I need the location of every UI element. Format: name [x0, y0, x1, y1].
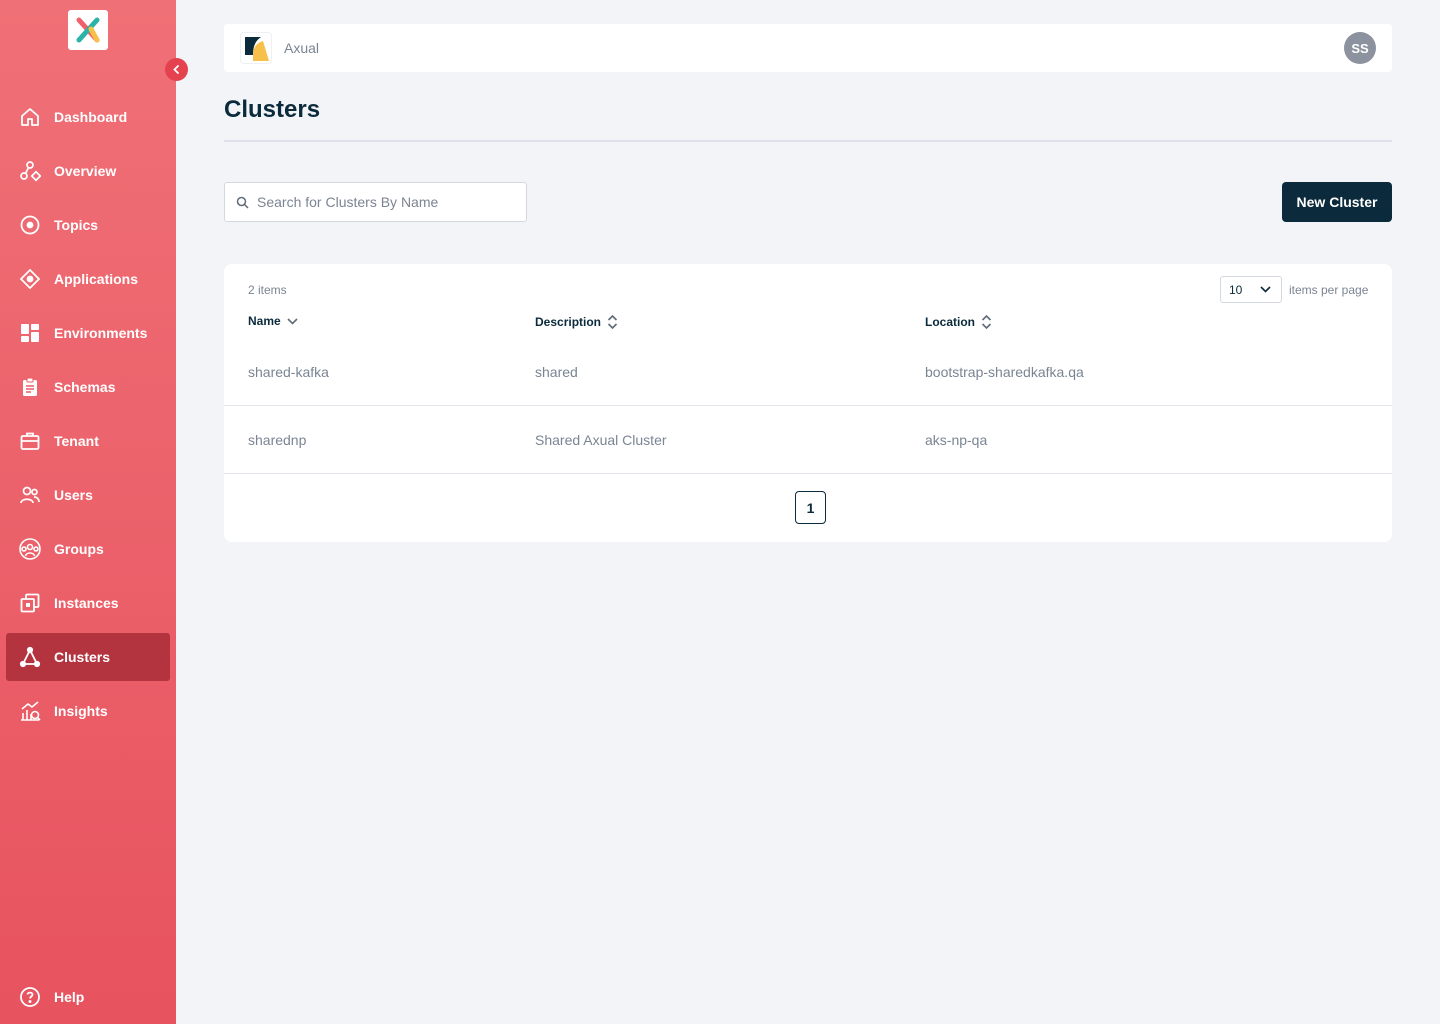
sidebar-item-label: Groups [54, 541, 104, 557]
sort-icon [981, 314, 992, 330]
sidebar: Dashboard Overview Topics Applications E… [0, 0, 188, 1024]
grid-icon [18, 321, 42, 345]
sidebar-item-clusters[interactable]: Clusters [6, 633, 170, 681]
organization-name: Axual [284, 40, 320, 56]
sidebar-item-label: Tenant [54, 433, 99, 449]
sidebar-item-label: Environments [54, 325, 148, 341]
groups-icon [18, 537, 42, 561]
top-bar: Axual SS [224, 24, 1392, 72]
cluster-description-cell: shared [535, 364, 578, 380]
sidebar-item-help[interactable]: Help [6, 973, 170, 1021]
sidebar-item-insights[interactable]: Insights [6, 687, 170, 735]
sidebar-item-label: Users [54, 487, 93, 503]
sidebar-item-label: Topics [54, 217, 99, 233]
cluster-name-cell: shared-kafka [248, 364, 329, 380]
topic-icon [18, 213, 42, 237]
column-header-label: Description [535, 315, 602, 329]
sidebar-item-label: Applications [54, 271, 139, 287]
sidebar-item-overview[interactable]: Overview [6, 147, 170, 195]
help-icon [18, 985, 42, 1009]
pagination-page-button[interactable]: 1 [795, 491, 826, 524]
cluster-search [224, 182, 527, 222]
new-cluster-button[interactable]: New Cluster [1282, 182, 1392, 222]
items-per-page-label: items per page [1289, 283, 1369, 297]
home-icon [18, 105, 42, 129]
sidebar-item-users[interactable]: Users [6, 471, 170, 519]
column-header-name[interactable]: Name [248, 314, 298, 328]
sidebar-item-topics[interactable]: Topics [6, 201, 170, 249]
page-title: Clusters [224, 96, 321, 123]
sidebar-item-label: Overview [54, 163, 117, 179]
sidebar-item-label: Insights [54, 703, 108, 719]
clusters-table-card: 2 items 10 items per page Name Descripti… [224, 264, 1392, 542]
items-per-page-select[interactable]: 10 [1220, 276, 1282, 303]
sidebar-item-label: Help [54, 989, 85, 1005]
items-count: 2 items [248, 283, 287, 297]
sidebar-item-label: Schemas [54, 379, 116, 395]
briefcase-icon [18, 429, 42, 453]
sidebar-nav: Dashboard Overview Topics Applications E… [6, 93, 170, 741]
app-logo[interactable] [68, 10, 108, 50]
cluster-name-cell: sharednp [248, 432, 307, 448]
column-header-label: Location [925, 315, 975, 329]
sidebar-item-instances[interactable]: Instances [6, 579, 170, 627]
sort-icon [607, 314, 618, 330]
search-icon [236, 196, 249, 214]
column-header-location[interactable]: Location [925, 314, 992, 330]
application-icon [18, 267, 42, 291]
collapse-sidebar-button[interactable] [165, 58, 188, 81]
sidebar-item-environments[interactable]: Environments [6, 309, 170, 357]
sidebar-item-dashboard[interactable]: Dashboard [6, 93, 170, 141]
organization-logo[interactable] [240, 32, 272, 64]
cluster-location-cell: aks-np-qa [925, 432, 988, 448]
sidebar-item-tenant[interactable]: Tenant [6, 417, 170, 465]
title-divider [224, 140, 1392, 142]
instances-icon [18, 591, 42, 615]
sort-descending-icon [287, 317, 298, 325]
sidebar-item-schemas[interactable]: Schemas [6, 363, 170, 411]
users-icon [18, 483, 42, 507]
search-input[interactable] [257, 183, 519, 221]
chevron-down-icon [1260, 286, 1271, 293]
cluster-location-cell: bootstrap-sharedkafka.qa [925, 364, 1084, 380]
table-row[interactable]: sharednp Shared Axual Cluster aks-np-qa [224, 406, 1392, 474]
cluster-icon [18, 645, 42, 669]
sidebar-item-groups[interactable]: Groups [6, 525, 170, 573]
column-header-description[interactable]: Description [535, 314, 618, 330]
sidebar-item-label: Clusters [54, 649, 111, 665]
overview-icon [18, 159, 42, 183]
sidebar-item-applications[interactable]: Applications [6, 255, 170, 303]
table-row[interactable]: shared-kafka shared bootstrap-sharedkafk… [224, 338, 1392, 406]
items-per-page-value: 10 [1229, 283, 1243, 297]
user-avatar[interactable]: SS [1344, 32, 1376, 64]
sidebar-item-label: Instances [54, 595, 119, 611]
insights-icon [18, 699, 42, 723]
cluster-description-cell: Shared Axual Cluster [535, 432, 667, 448]
column-header-label: Name [248, 314, 281, 328]
sidebar-item-label: Dashboard [54, 109, 128, 125]
clipboard-icon [18, 375, 42, 399]
